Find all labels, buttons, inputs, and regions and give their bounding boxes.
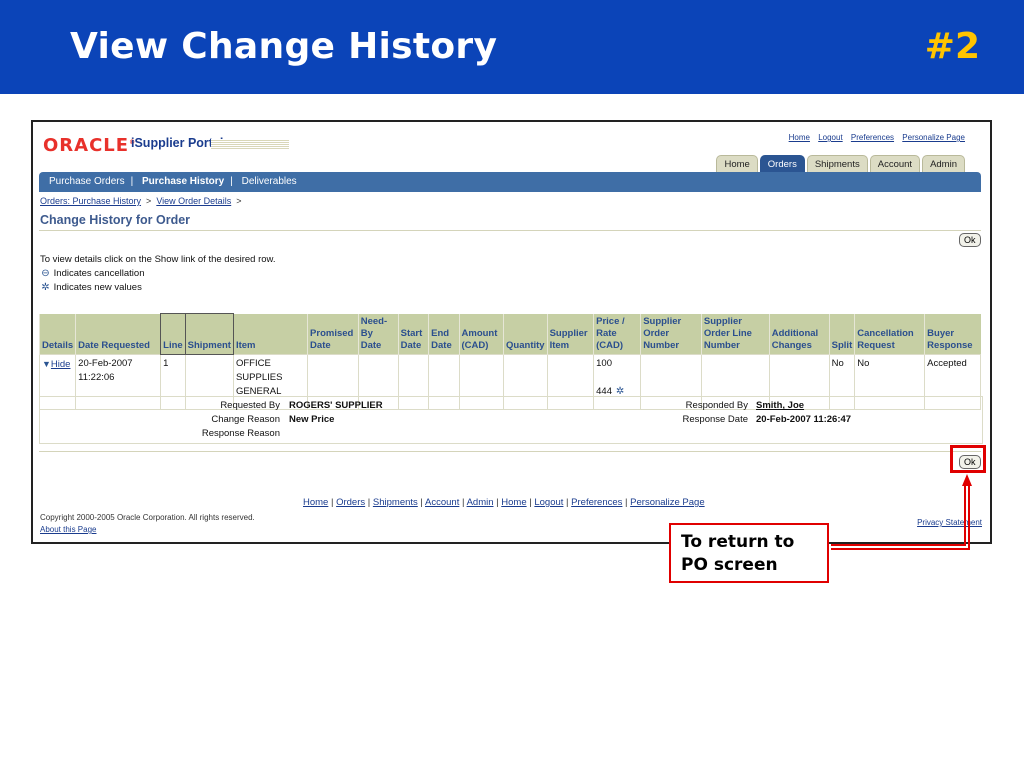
callout-line-1: To return to bbox=[681, 532, 795, 552]
callout-box: To return to PO screen bbox=[669, 523, 829, 583]
callout-line-2: PO screen bbox=[681, 555, 778, 575]
callout-arrow bbox=[831, 474, 972, 550]
